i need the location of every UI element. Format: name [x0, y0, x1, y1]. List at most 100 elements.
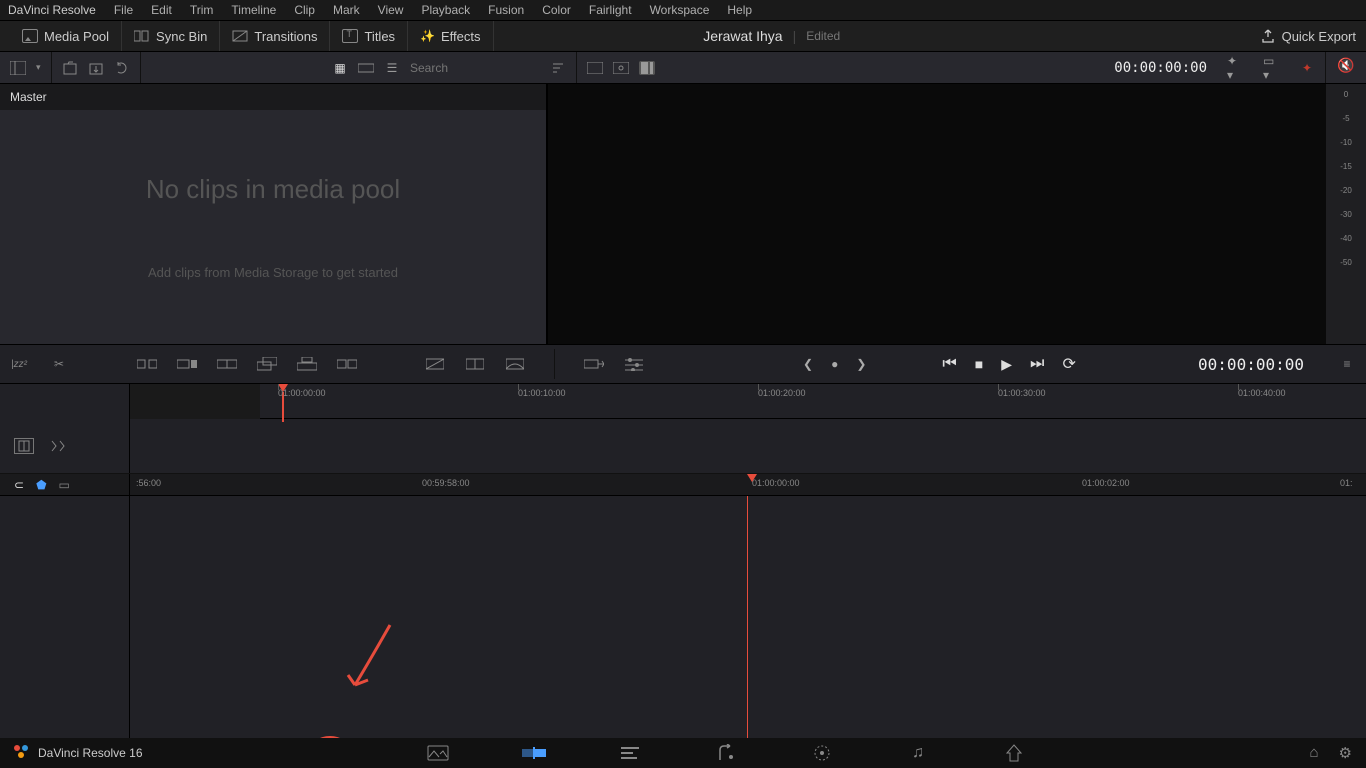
viewer-panel[interactable]: [548, 84, 1326, 344]
menu-timeline[interactable]: Timeline: [231, 3, 276, 17]
thumbnail-view-icon[interactable]: ▦: [332, 61, 348, 75]
effects-toggle[interactable]: ✨ Effects: [408, 21, 493, 51]
quick-export-button[interactable]: Quick Export: [1260, 28, 1356, 44]
track-headers: [0, 496, 130, 768]
page-fairlight-icon[interactable]: ♫: [905, 743, 931, 763]
menu-app-name[interactable]: DaVinci Resolve: [8, 3, 96, 17]
place-on-top-icon[interactable]: [296, 355, 318, 373]
page-color-icon[interactable]: [809, 743, 835, 763]
menu-fusion[interactable]: Fusion: [488, 3, 524, 17]
ruler-tick: 00:59:58:00: [422, 478, 470, 488]
secondary-toolbar: ▾ ▦ ☰ 00:00:00:00 ✦ ▾ ▭ ▾ ✦ 🔇: [0, 52, 1366, 84]
audio-meter: 0 -5 -10 -15 -20 -30 -40 -50: [1326, 84, 1366, 344]
import-folder-icon[interactable]: [88, 61, 104, 75]
snap-icon[interactable]: ⊂: [14, 478, 24, 492]
ruler-tick: 01:00:00:00: [278, 388, 326, 398]
dropdown-chevron-icon[interactable]: ▾: [36, 62, 41, 73]
viewer-mode3-icon[interactable]: [639, 61, 655, 75]
loop-icon[interactable]: ⟳: [1062, 354, 1075, 374]
upload-icon: [1260, 28, 1276, 44]
flag-icon[interactable]: ▭: [59, 478, 70, 492]
meter-tick: -20: [1340, 186, 1352, 195]
record-voiceover-icon[interactable]: ●: [831, 357, 838, 371]
timeline-canvas[interactable]: [130, 496, 1366, 768]
effects-label: Effects: [441, 29, 481, 44]
sliders-icon[interactable]: [623, 355, 645, 373]
menu-trim[interactable]: Trim: [190, 3, 214, 17]
prev-edit-icon[interactable]: ❮: [803, 357, 813, 371]
menu-workspace[interactable]: Workspace: [650, 3, 710, 17]
stop-icon[interactable]: ■: [975, 356, 983, 372]
media-pool-dropzone[interactable]: No clips in media pool Add clips from Me…: [0, 110, 546, 344]
menu-help[interactable]: Help: [727, 3, 752, 17]
sort-icon[interactable]: [550, 61, 566, 75]
go-end-icon[interactable]: ⏭: [1030, 355, 1044, 373]
menu-color[interactable]: Color: [542, 3, 571, 17]
timeline-options-icon[interactable]: ≡: [1336, 355, 1358, 373]
edit-toolbar: |zz² ✂ ❮ ● ❯ ⏮ ■ ▶ ⏭ ⟳ 00:00:00:00 ≡: [0, 344, 1366, 384]
play-icon[interactable]: ▶: [1001, 356, 1012, 373]
transitions-icon: [232, 29, 248, 43]
page-edit-icon[interactable]: [617, 743, 643, 763]
menu-clip[interactable]: Clip: [294, 3, 315, 17]
menu-view[interactable]: View: [378, 3, 404, 17]
close-up-icon[interactable]: [256, 355, 278, 373]
master-bin-label[interactable]: Master: [0, 84, 546, 110]
timeline-freerun-icon[interactable]: [48, 438, 68, 454]
viewer-option1-icon[interactable]: ✦ ▾: [1227, 61, 1243, 75]
menu-playback[interactable]: Playback: [421, 3, 470, 17]
menu-edit[interactable]: Edit: [151, 3, 172, 17]
timeline-playhead[interactable]: [747, 474, 757, 482]
tool-cut-icon[interactable]: [464, 355, 486, 373]
tool-dissolve-icon[interactable]: [424, 355, 446, 373]
split-clip-icon[interactable]: ✂: [48, 355, 70, 373]
project-settings-icon[interactable]: ⌂: [1309, 744, 1318, 762]
strip-view-icon[interactable]: [358, 61, 374, 75]
viewer-option2-icon[interactable]: ▭ ▾: [1263, 61, 1279, 75]
mute-icon[interactable]: 🔇: [1337, 57, 1354, 78]
viewer-timecode: 00:00:00:00: [1114, 60, 1207, 76]
smart-insert-icon[interactable]: [136, 355, 158, 373]
layout-sidebar-icon[interactable]: [10, 61, 26, 75]
tool-smooth-icon[interactable]: [504, 355, 526, 373]
page-deliver-icon[interactable]: [1001, 743, 1027, 763]
new-bin-icon[interactable]: [62, 61, 78, 75]
source-overwrite-icon[interactable]: [336, 355, 358, 373]
media-pool-label: Media Pool: [44, 29, 109, 44]
menu-fairlight[interactable]: Fairlight: [589, 3, 632, 17]
go-start-icon[interactable]: ⏮: [942, 355, 956, 373]
boring-detector-icon[interactable]: |zz²: [8, 355, 30, 373]
sync-bin-toggle[interactable]: Sync Bin: [122, 21, 220, 51]
viewer-mode2-icon[interactable]: [613, 61, 629, 75]
mini-timeline-ruler[interactable]: 01:00:00:00 01:00:10:00 01:00:20:00 01:0…: [260, 384, 1366, 419]
search-input[interactable]: [410, 61, 540, 75]
list-view-icon[interactable]: ☰: [384, 61, 400, 75]
page-cut-icon[interactable]: [521, 743, 547, 763]
append-icon[interactable]: [176, 355, 198, 373]
page-media-icon[interactable]: [425, 743, 451, 763]
titles-toggle[interactable]: Titles: [330, 21, 408, 51]
project-title: Jerawat Ihya | Edited: [703, 28, 840, 44]
timeline-ruler[interactable]: :56:00 00:59:58:00 01:00:00:00 01:00:02:…: [130, 474, 1366, 495]
project-name: Jerawat Ihya: [703, 28, 782, 44]
refresh-icon[interactable]: [114, 61, 130, 75]
viewer-mode1-icon[interactable]: [587, 61, 603, 75]
preferences-icon[interactable]: ⚙: [1339, 744, 1352, 762]
transitions-toggle[interactable]: Transitions: [220, 21, 330, 51]
marker-icon[interactable]: ⬟: [36, 478, 46, 492]
timeline-lock-mode-icon[interactable]: [14, 438, 34, 454]
ruler-tick: 01:00:02:00: [1082, 478, 1130, 488]
sync-bin-icon: [134, 29, 150, 43]
menu-file[interactable]: File: [114, 3, 133, 17]
media-pool-toggle[interactable]: Media Pool: [10, 21, 122, 51]
page-fusion-icon[interactable]: [713, 743, 739, 763]
ripple-overwrite-icon[interactable]: [216, 355, 238, 373]
ruler-tick: 01:: [1340, 478, 1353, 488]
mini-track-header: [0, 419, 1366, 474]
menu-mark[interactable]: Mark: [333, 3, 360, 17]
media-pool-panel: Master No clips in media pool Add clips …: [0, 84, 548, 344]
app-version-label: DaVinci Resolve 16: [38, 746, 143, 760]
next-edit-icon[interactable]: ❯: [856, 357, 866, 371]
tools-icon[interactable]: [583, 355, 605, 373]
viewer-bypass-icon[interactable]: ✦: [1299, 61, 1315, 75]
